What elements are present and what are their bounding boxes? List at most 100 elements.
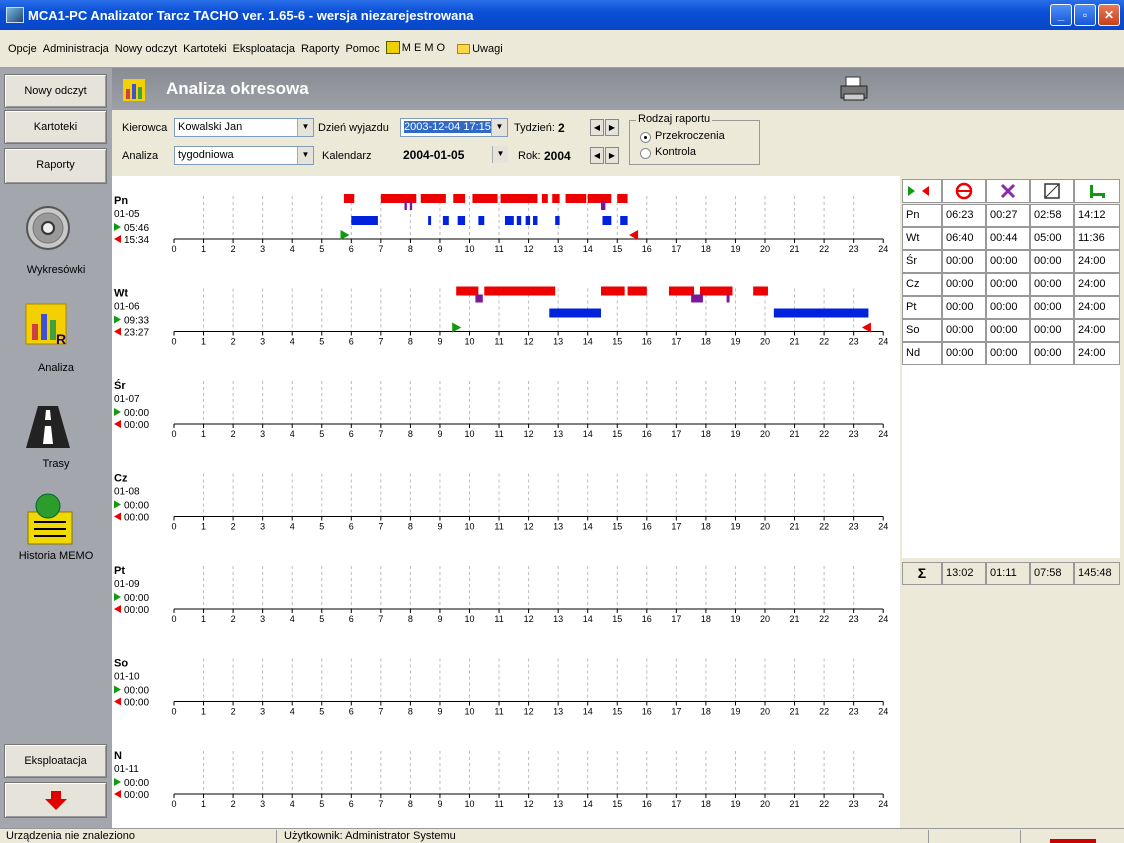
end-arrow-icon [114,327,121,336]
driving-segment [420,194,446,203]
raporty-button[interactable]: Raporty [4,148,107,184]
end-time-label: 00:00 [124,790,149,801]
chevron-down-icon[interactable]: ▼ [491,119,507,136]
analiza-select[interactable]: tygodniowa ▼ [174,146,314,165]
kalendarz-picker[interactable]: 2004-01-05 ▼ [400,146,508,165]
hour-tick-label: 1 [201,522,206,532]
menu-raporty[interactable]: Raporty [301,43,340,55]
rest-segment [516,216,522,225]
hour-tick-label: 21 [790,614,800,624]
calendar-dropdown-icon[interactable]: ▼ [492,146,508,163]
other-work-segment [691,294,703,303]
rok-next-button[interactable]: ▶ [605,147,619,164]
rest-segment [555,216,560,225]
hour-tick-label: 4 [290,799,295,809]
road-icon[interactable] [24,402,72,450]
analiza-label[interactable]: Analiza [0,362,112,374]
eksploatacja-button[interactable]: Eksploatacja [4,744,107,778]
tydzien-prev-button[interactable]: ◀ [590,119,604,136]
day-date-label: 01-09 [114,579,140,590]
user-status: Użytkownik: Administrator Systemu [284,830,456,842]
menu-uwagi-label: Uwagi [472,42,503,55]
envelope-icon [457,43,471,54]
hour-tick-label: 17 [671,707,681,717]
hour-tick-label: 13 [553,337,563,347]
hour-tick-label: 2 [231,707,236,717]
memo-history-icon[interactable] [24,492,76,546]
kalendarz-value: 2004-01-05 [403,148,465,162]
kierowca-select[interactable]: Kowalski Jan ▼ [174,118,314,137]
hour-tick-label: 7 [378,799,383,809]
hour-tick-label: 23 [849,707,859,717]
disc-icon[interactable] [24,204,72,252]
hour-tick-label: 5 [319,799,324,809]
other-work-segment [600,202,606,210]
page-title: Analiza okresowa [166,79,309,98]
device-status: Urządzenia nie znaleziono [6,830,136,842]
chevron-down-icon[interactable]: ▼ [297,119,313,136]
hour-tick-label: 14 [583,614,593,624]
menu-kartoteki[interactable]: Kartoteki [183,43,226,55]
hour-tick-label: 20 [760,799,770,809]
menu-uwagi[interactable]: Uwagi [457,43,509,55]
nowy-odczyt-button[interactable]: Nowy odczyt [4,74,107,108]
chevron-down-icon[interactable]: ▼ [297,147,313,164]
hour-tick-label: 16 [642,429,652,439]
menu-administracja[interactable]: Administracja [43,43,109,55]
hour-tick-label: 0 [171,707,176,717]
hour-tick-label: 19 [730,429,740,439]
rest-segment [457,216,466,225]
minimize-button[interactable]: _ [1050,4,1072,26]
rest-segment [549,308,601,318]
przekroczenia-radio[interactable] [640,132,651,143]
arrow-down-button[interactable] [4,782,107,818]
hour-tick-label: 2 [231,799,236,809]
hour-tick-label: 23 [849,614,859,624]
summary-value-cell: 24:00 [1074,342,1120,365]
end-arrow-icon [114,235,121,243]
kontrola-radio[interactable] [640,148,651,159]
menu-nowy-odczyt[interactable]: Nowy odczyt [115,43,177,55]
hour-tick-label: 10 [464,337,474,347]
tydzien-value: 2 [558,121,565,135]
hour-tick-label: 0 [171,522,176,532]
menu-memo[interactable]: M E M O [385,41,451,55]
kierowca-value: Kowalski Jan [178,121,243,133]
hour-tick-label: 0 [171,799,176,809]
hour-tick-label: 21 [790,707,800,717]
other-work-segment [475,294,483,303]
rest-segment [504,216,514,225]
window-title: MCA1-PC Analizator Tarcz TACHO ver. 1.65… [28,7,474,23]
hour-tick-label: 12 [524,244,534,254]
sidebar: Nowy odczyt Kartoteki Raporty Wykresówki… [0,68,112,828]
trasy-label[interactable]: Trasy [0,458,112,470]
menu-eksploatacja[interactable]: Eksploatacja [233,43,295,55]
tydzien-next-button[interactable]: ▶ [605,119,619,136]
kartoteki-button[interactable]: Kartoteki [4,110,107,144]
rodzaj-raportu-group: Rodzaj raportu Przekroczenia Kontrola [629,113,760,165]
hour-tick-label: 17 [671,429,681,439]
hour-tick-label: 13 [553,522,563,532]
hour-tick-label: 17 [671,337,681,347]
end-time-label: 00:00 [124,513,149,524]
maximize-button[interactable]: ▫ [1074,4,1096,26]
menu-pomoc[interactable]: Pomoc [345,43,379,55]
close-button[interactable]: ✕ [1098,4,1120,26]
app-icon [6,7,24,23]
hour-tick-label: 13 [553,707,563,717]
printer-icon[interactable] [840,76,868,102]
chart-analysis-icon[interactable]: R [24,300,72,348]
historia-memo-label[interactable]: Historia MEMO [0,550,112,562]
hour-tick-label: 10 [464,707,474,717]
hour-tick-label: 11 [494,244,503,254]
hour-tick-label: 15 [612,799,622,809]
driving-segment [565,194,587,203]
hour-tick-label: 18 [701,429,711,439]
summary-day-cell: Śr [902,250,942,273]
wykresowki-label[interactable]: Wykresówki [0,264,112,276]
menu-opcje[interactable]: Opcje [8,43,37,55]
rok-prev-button[interactable]: ◀ [590,147,604,164]
hour-tick-label: 3 [260,799,265,809]
summary-value-cell: 24:00 [1074,250,1120,273]
dzien-wyjazdu-select[interactable]: 2003-12-04 17:15 ▼ [400,118,508,137]
